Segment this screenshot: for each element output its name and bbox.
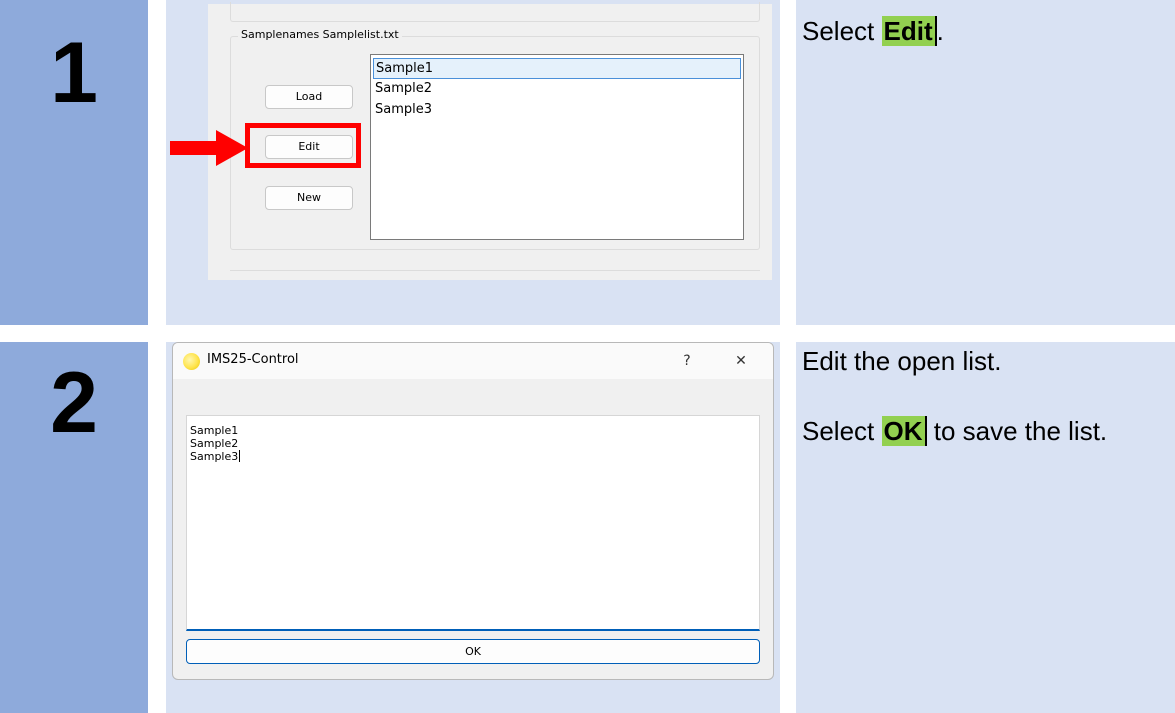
- step-2-instruction-cell: Edit the open list. Select OK to save th…: [796, 342, 1175, 713]
- text-line-last: Sample3: [190, 450, 756, 463]
- step-2-instruction-line2: Select OK to save the list.: [802, 416, 1107, 447]
- step-2-number: 2: [50, 355, 98, 451]
- step-1-instruction-suffix: .: [936, 16, 944, 46]
- step-2-instruction-suffix: to save the list.: [926, 416, 1108, 446]
- text-line: Sample1: [190, 424, 239, 437]
- upper-groupbox-edge: [230, 2, 760, 22]
- load-button[interactable]: Load: [265, 85, 353, 109]
- new-button[interactable]: New: [265, 186, 353, 210]
- ims25-control-dialog: IMS25-Control ? ✕ Sample1 Sample2 Sample…: [172, 342, 774, 680]
- step-1-instruction: Select Edit.: [802, 16, 944, 47]
- yellow-circle-icon: [183, 353, 200, 370]
- samplenames-group-label: Samplenames Samplelist.txt: [238, 28, 402, 41]
- list-item[interactable]: Sample2: [373, 79, 741, 100]
- step-2-instruction-line1: Edit the open list.: [802, 346, 1002, 376]
- ok-button[interactable]: OK: [186, 639, 760, 664]
- close-button[interactable]: ✕: [727, 349, 755, 373]
- dialog-title: IMS25-Control: [207, 352, 299, 367]
- step-1-instruction-cell: Select Edit.: [796, 0, 1175, 325]
- text-line: Sample3: [190, 450, 239, 463]
- sample-listbox[interactable]: Sample1 Sample2 Sample3: [370, 54, 744, 240]
- step-2-number-cell: 2: [0, 342, 148, 713]
- step-2-highlight-ok: OK: [881, 416, 927, 446]
- text-line: Sample2: [190, 437, 239, 450]
- list-item[interactable]: Sample1: [373, 58, 741, 79]
- red-arrow-icon: [170, 130, 248, 166]
- edit-button-highlight-box: [245, 123, 361, 168]
- step-1-number-cell: 1: [0, 0, 148, 325]
- dialog-title-bar: IMS25-Control ? ✕: [173, 343, 773, 379]
- step-1-instruction-prefix: Select: [802, 16, 882, 46]
- sample-names-text-area[interactable]: Sample1 Sample2 Sample3: [186, 415, 760, 631]
- help-button[interactable]: ?: [673, 349, 701, 373]
- step-2-instruction-prefix: Select: [802, 416, 882, 446]
- step-1-number: 1: [50, 25, 98, 121]
- panel-bottom-edge: [230, 270, 760, 282]
- text-caret: [239, 450, 241, 462]
- step-1-highlight-edit: Edit: [881, 16, 937, 46]
- list-item[interactable]: Sample3: [373, 100, 741, 121]
